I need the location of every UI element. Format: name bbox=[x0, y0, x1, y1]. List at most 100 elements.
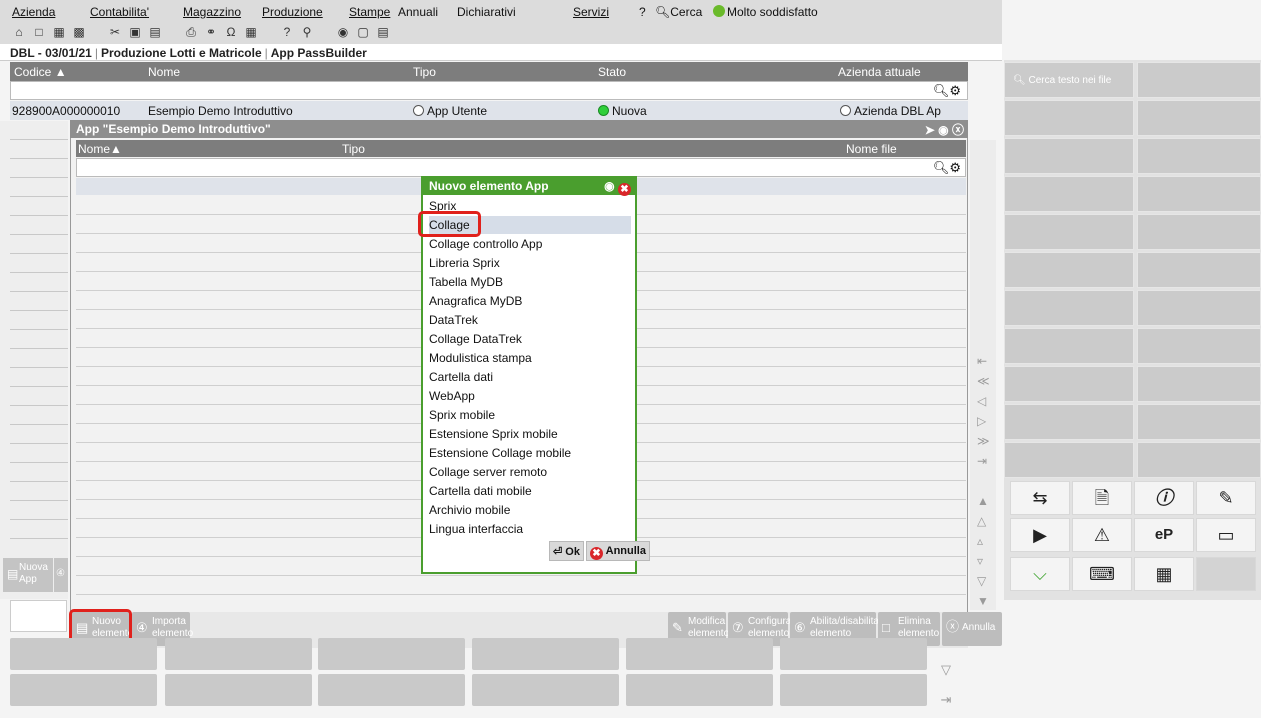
dialog-search-input[interactable]: 🔍︎⚙ bbox=[76, 158, 966, 177]
col-nomefile-dialog[interactable]: Nome file bbox=[846, 142, 897, 156]
popup-item-collage-controllo-app[interactable]: Collage controllo App bbox=[429, 235, 631, 253]
col-azienda[interactable]: Azienda attuale bbox=[838, 65, 921, 79]
document-icon[interactable]: □ bbox=[32, 25, 46, 41]
sidebar-button[interactable] bbox=[1137, 442, 1261, 478]
page-up-icon[interactable]: △ bbox=[977, 514, 986, 528]
col-stato[interactable]: Stato bbox=[598, 65, 626, 79]
top-icon[interactable]: ▲ bbox=[977, 494, 989, 508]
pen-document-icon[interactable]: ✎ bbox=[1196, 481, 1256, 515]
menu-dichiarativi[interactable]: Dichiarativi bbox=[457, 5, 516, 19]
sidebar-button[interactable] bbox=[1137, 252, 1261, 288]
search-icon[interactable]: 🔍︎⚙ bbox=[933, 160, 961, 176]
nuova-app-button[interactable]: ▤ Nuova App bbox=[3, 558, 53, 592]
grid-button[interactable] bbox=[626, 638, 773, 670]
chat-icon[interactable]: ▢ bbox=[356, 25, 370, 41]
grid-button[interactable] bbox=[472, 638, 619, 670]
paste-icon[interactable]: ▤ bbox=[148, 25, 162, 41]
close-icon[interactable]: ✖ bbox=[618, 183, 631, 196]
info-icon[interactable]: ⓘ bbox=[1134, 481, 1194, 515]
grid-button[interactable] bbox=[780, 674, 927, 706]
calculator-icon[interactable]: ▦ bbox=[1134, 557, 1194, 591]
sidebar-button[interactable] bbox=[1137, 62, 1261, 98]
menu-help[interactable]: ? bbox=[639, 5, 646, 19]
calculator-icon[interactable]: ▦ bbox=[244, 25, 258, 41]
sidebar-button[interactable] bbox=[1004, 138, 1134, 174]
sidebar-button[interactable] bbox=[1137, 100, 1261, 136]
last-icon[interactable]: ⇥ bbox=[934, 692, 958, 716]
font-icon[interactable]: ▤ bbox=[376, 25, 390, 41]
menu-stampe[interactable]: Stampe bbox=[349, 5, 390, 19]
ok-button[interactable]: ⏎ Ok bbox=[549, 541, 584, 561]
target-icon[interactable]: ◉ bbox=[938, 123, 948, 137]
book-icon[interactable]: ▩ bbox=[72, 25, 86, 41]
link-icon[interactable]: ⚭ bbox=[204, 25, 218, 41]
keyboard-icon[interactable]: ⌨ bbox=[1072, 557, 1132, 591]
grid-button[interactable] bbox=[10, 638, 157, 670]
page-down-icon[interactable]: ▽ bbox=[977, 574, 986, 588]
sidebar-button[interactable] bbox=[1004, 328, 1134, 364]
popup-item-archivio-mobile[interactable]: Archivio mobile bbox=[429, 501, 631, 519]
popup-item-modulistica-stampa[interactable]: Modulistica stampa bbox=[429, 349, 631, 367]
popup-item-collage-datatrek[interactable]: Collage DataTrek bbox=[429, 330, 631, 348]
sidebar-button[interactable] bbox=[1004, 404, 1134, 440]
prev-icon[interactable]: ◁ bbox=[977, 394, 986, 408]
popup-item-cartella-dati[interactable]: Cartella dati bbox=[429, 368, 631, 386]
annulla-button[interactable]: ✖ Annulla bbox=[585, 541, 650, 561]
popup-item-datatrek[interactable]: DataTrek bbox=[429, 311, 631, 329]
print-icon[interactable]: ⎙ bbox=[184, 25, 198, 41]
tree-icon[interactable]: ▦ bbox=[52, 25, 66, 41]
menu-azienda[interactable]: Azienda bbox=[12, 5, 55, 19]
copy-icon[interactable]: ▣ bbox=[128, 25, 142, 41]
col-nome-dialog[interactable]: Nome▲ bbox=[78, 142, 122, 156]
col-codice[interactable]: Codice ▲ bbox=[14, 65, 67, 79]
basket-icon[interactable]: ⌵ bbox=[1010, 557, 1070, 591]
sidebar-button[interactable] bbox=[1137, 404, 1261, 440]
sidebar-button[interactable] bbox=[1004, 442, 1134, 478]
menu-servizi[interactable]: Servizi bbox=[573, 5, 609, 19]
next-page-icon[interactable]: ≫ bbox=[977, 434, 990, 448]
menu-produzione[interactable]: Produzione bbox=[262, 5, 323, 19]
search-files-button[interactable]: 🔍︎ Cerca testo nei file bbox=[1004, 62, 1134, 98]
target-icon[interactable]: ◉ bbox=[604, 179, 614, 193]
popup-item-webapp[interactable]: WebApp bbox=[429, 387, 631, 405]
prev-page-icon[interactable]: ≪ bbox=[977, 374, 990, 388]
popup-item-estensione-sprix-mobile[interactable]: Estensione Sprix mobile bbox=[429, 425, 631, 443]
annulla-dialog-button[interactable]: ⓧ Annulla bbox=[942, 612, 1002, 646]
close-icon[interactable]: ⓧ bbox=[952, 123, 964, 137]
sidebar-button[interactable] bbox=[1137, 214, 1261, 250]
main-search-input[interactable]: 🔍︎⚙ bbox=[10, 81, 968, 100]
popup-item-cartella-dati-mobile[interactable]: Cartella dati mobile bbox=[429, 482, 631, 500]
sidebar-button[interactable] bbox=[1137, 366, 1261, 402]
popup-item-sprix-mobile[interactable]: Sprix mobile bbox=[429, 406, 631, 424]
popup-item-anagrafica-mydb[interactable]: Anagrafica MyDB bbox=[429, 292, 631, 310]
grid-button[interactable] bbox=[165, 638, 312, 670]
menu-annuali[interactable]: Annuali bbox=[398, 5, 438, 19]
card-icon[interactable]: ▭ bbox=[1196, 518, 1256, 552]
bottom-icon[interactable]: ▼ bbox=[977, 594, 989, 608]
import-app-button[interactable]: ④ bbox=[54, 558, 68, 592]
grid-button[interactable] bbox=[165, 674, 312, 706]
grid-button[interactable] bbox=[318, 638, 465, 670]
menu-contabilita[interactable]: Contabilita' bbox=[90, 5, 149, 19]
popup-item-collage-server-remoto[interactable]: Collage server remoto bbox=[429, 463, 631, 481]
popup-item-estensione-collage-mobile[interactable]: Estensione Collage mobile bbox=[429, 444, 631, 462]
table-row[interactable]: 928900A000000010 Esempio Demo Introdutti… bbox=[10, 101, 968, 120]
zoom-icon[interactable]: ⚲ bbox=[300, 25, 314, 41]
omega-icon[interactable]: Ω bbox=[224, 25, 238, 41]
col-tipo-dialog[interactable]: Tipo bbox=[342, 142, 365, 156]
ep-lock-icon[interactable]: eP bbox=[1134, 518, 1194, 552]
sidebar-button[interactable] bbox=[1004, 100, 1134, 136]
page-down-icon[interactable]: ▽ bbox=[934, 662, 958, 686]
search-icon[interactable]: 🔍︎⚙ bbox=[933, 83, 961, 99]
col-nome[interactable]: Nome bbox=[148, 65, 180, 79]
popup-item-lingua-interfaccia[interactable]: Lingua interfaccia bbox=[429, 520, 631, 538]
document-search-icon[interactable]: 🗎 bbox=[1072, 481, 1132, 515]
col-tipo[interactable]: Tipo bbox=[413, 65, 436, 79]
pin-icon[interactable]: ➤ bbox=[925, 123, 935, 137]
down-icon[interactable]: ▿ bbox=[977, 554, 983, 568]
sidebar-button[interactable] bbox=[1004, 290, 1134, 326]
sidebar-button[interactable] bbox=[1004, 176, 1134, 212]
satisfaction-status[interactable]: Molto soddisfatto bbox=[713, 5, 818, 19]
grid-button[interactable] bbox=[472, 674, 619, 706]
first-icon[interactable]: ⇤ bbox=[977, 354, 987, 368]
